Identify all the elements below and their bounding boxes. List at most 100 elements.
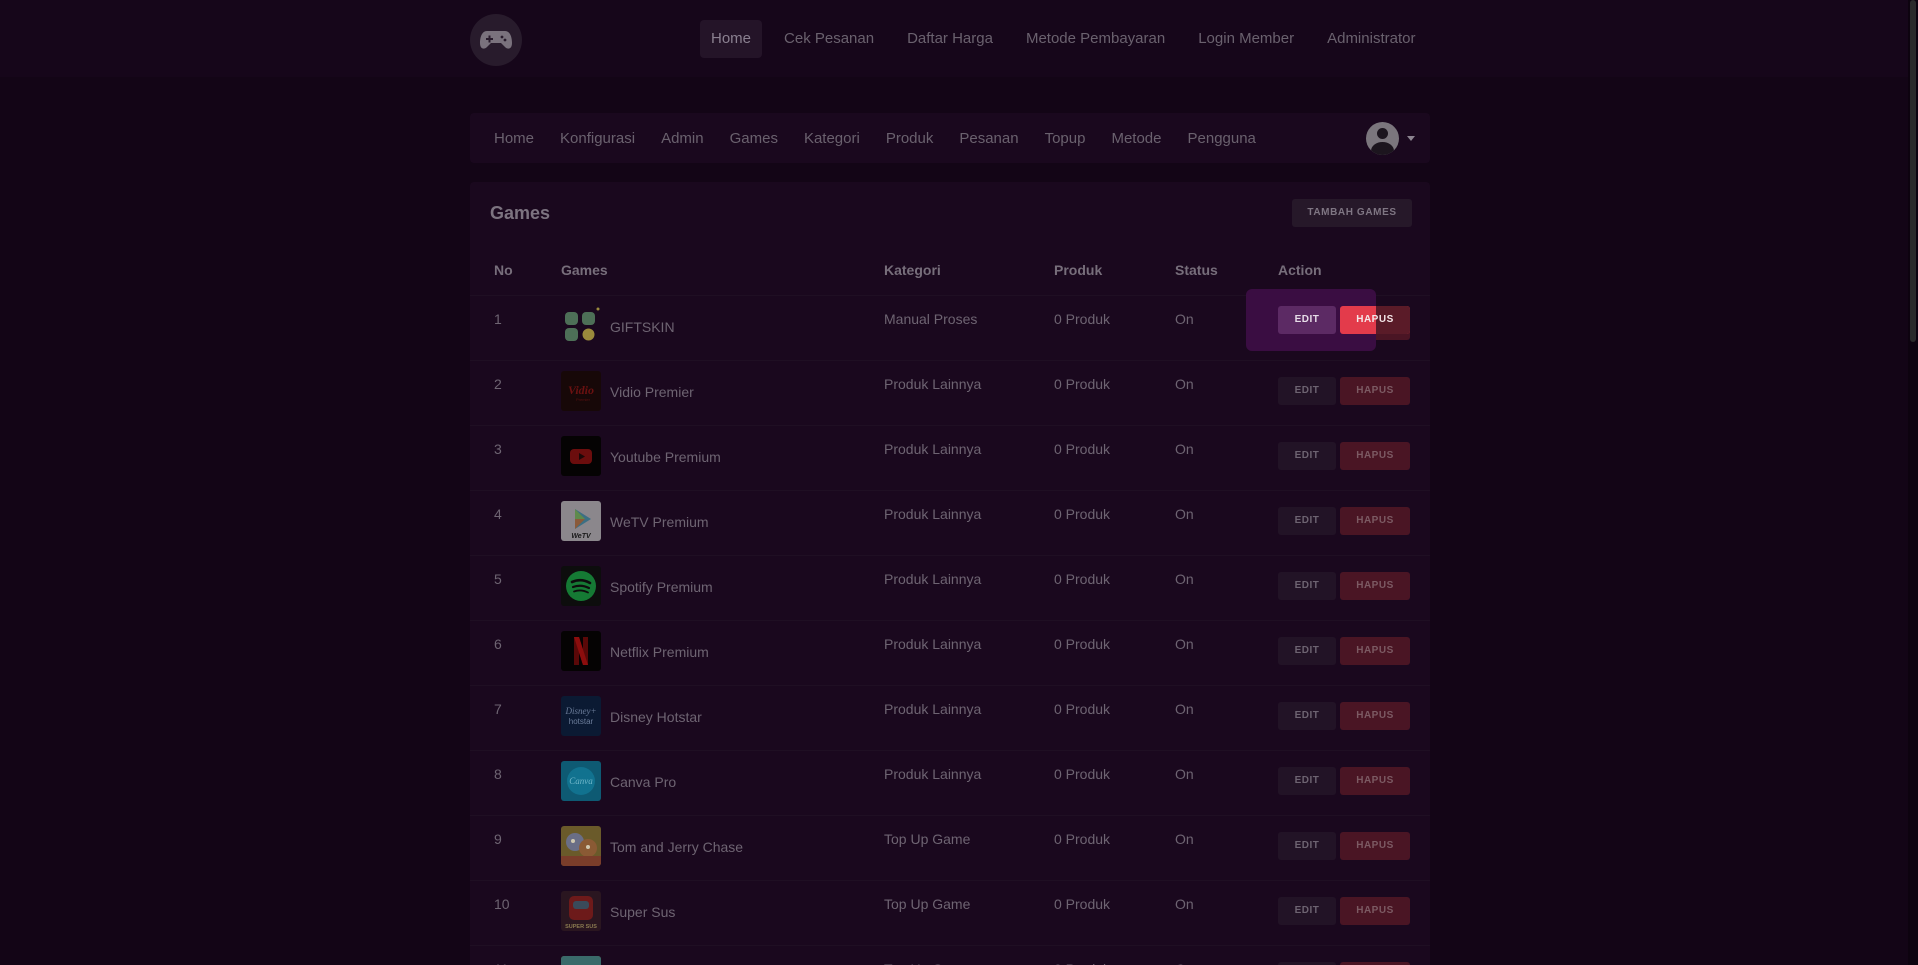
game-name: Super Sus [610, 904, 676, 920]
table-row: 2 Vidio Premier Vidio Premier Produk Lainnya… [470, 360, 1430, 425]
game-name: Vidio Premier [610, 384, 694, 400]
header-games: Games [561, 262, 608, 278]
row-number: 8 [494, 766, 502, 782]
category: Produk Lainnya [884, 376, 982, 392]
row-number: 7 [494, 701, 502, 717]
header-produk: Produk [1054, 262, 1103, 278]
scrollbar-thumb[interactable] [1910, 0, 1916, 342]
product-count: 0 Produk [1054, 311, 1111, 327]
nav-home[interactable]: Home [700, 20, 763, 58]
row-number: 2 [494, 376, 502, 392]
edit-button[interactable]: EDIT [1278, 832, 1336, 860]
caret-down-icon[interactable] [1407, 136, 1415, 141]
spotify-icon [561, 566, 601, 606]
admin-nav-pengguna[interactable]: Pengguna [1175, 130, 1269, 147]
table-row: 10 SUPER SUS Super Sus Top Up Game 0 Produk O… [470, 880, 1430, 945]
delete-button[interactable]: HAPUS [1340, 897, 1410, 925]
avatar[interactable] [1366, 122, 1399, 155]
super-sus-icon: SUPER SUS [561, 891, 601, 931]
product-count: 0 Produk [1054, 766, 1111, 782]
giftskin-icon [561, 306, 601, 346]
gamepad-icon[interactable] [470, 14, 522, 66]
table-row: 11Top Up Game0 ProdukOnEDITHAPUS [470, 945, 1430, 965]
table-row: 5 Spotify Premium Produk Lainnya 0 Produk On… [470, 555, 1430, 620]
row-number: 10 [494, 896, 510, 912]
canva-icon: Canva [561, 761, 601, 801]
edit-button[interactable]: EDIT [1278, 377, 1336, 405]
edit-button[interactable]: EDIT [1278, 702, 1336, 730]
row-number: 3 [494, 441, 502, 457]
row-number: 5 [494, 571, 502, 587]
delete-button[interactable]: HAPUS [1340, 832, 1410, 860]
status: On [1175, 766, 1194, 782]
delete-button-active[interactable]: HAPUS [1340, 306, 1410, 334]
admin-nav-kategori[interactable]: Kategori [791, 130, 873, 147]
product-count: 0 Produk [1054, 831, 1111, 847]
category: Produk Lainnya [884, 441, 982, 457]
category: Top Up Game [884, 896, 971, 912]
admin-nav-topup[interactable]: Topup [1032, 130, 1099, 147]
product-count: 0 Produk [1054, 376, 1111, 392]
admin-nav-admin[interactable]: Admin [648, 130, 717, 147]
delete-button[interactable]: HAPUS [1340, 507, 1410, 535]
game-name: Tom and Jerry Chase [610, 839, 744, 855]
admin-nav-produk[interactable]: Produk [873, 130, 947, 147]
svg-text:Premier: Premier [576, 397, 591, 402]
product-count: 0 Produk [1054, 701, 1111, 717]
status: On [1175, 571, 1194, 587]
nav-login-member[interactable]: Login Member [1187, 20, 1305, 58]
delete-button[interactable]: HAPUS [1340, 442, 1410, 470]
add-game-button[interactable]: TAMBAH GAMES [1292, 199, 1412, 227]
edit-button[interactable]: EDIT [1278, 442, 1336, 470]
admin-nav-games[interactable]: Games [717, 130, 791, 147]
row-number: 1 [494, 311, 502, 327]
nav-metode-pembayaran[interactable]: Metode Pembayaran [1015, 20, 1176, 58]
table-row: 3 Youtube Premium Produk Lainnya 0 Produk On… [470, 425, 1430, 490]
svg-text:WeTV: WeTV [571, 533, 592, 540]
nav-daftar-harga[interactable]: Daftar Harga [896, 20, 1004, 58]
product-count: 0 Produk [1054, 506, 1111, 522]
edit-button[interactable]: EDIT [1278, 897, 1336, 925]
row-number: 9 [494, 831, 502, 847]
product-count: 0 Produk [1054, 441, 1111, 457]
disney-hotstar-icon: Disney+ hotstar [561, 696, 601, 736]
category: Produk Lainnya [884, 636, 982, 652]
status: On [1175, 441, 1194, 457]
admin-nav-metode[interactable]: Metode [1098, 130, 1174, 147]
delete-button[interactable]: HAPUS [1340, 572, 1410, 600]
game-name: Youtube Premium [610, 449, 721, 465]
row-number: 11 [494, 961, 509, 965]
netflix-icon [561, 631, 601, 671]
top-navbar: Home Cek Pesanan Daftar Harga Metode Pem… [0, 0, 1908, 77]
table-row: 8 Canva Canva Pro Produk Lainnya 0 Produk On E… [470, 750, 1430, 815]
user-menu[interactable] [1366, 122, 1415, 155]
status: On [1175, 831, 1194, 847]
category: Produk Lainnya [884, 506, 982, 522]
delete-button[interactable]: HAPUS [1340, 767, 1410, 795]
edit-button[interactable]: EDIT [1278, 507, 1336, 535]
delete-button[interactable]: HAPUS [1340, 702, 1410, 730]
admin-nav-home[interactable]: Home [481, 130, 547, 147]
delete-button[interactable]: HAPUS [1340, 637, 1410, 665]
table-header: No Games Kategori Produk Status Action [470, 262, 1430, 292]
nav-cek-pesanan[interactable]: Cek Pesanan [773, 20, 885, 58]
delete-button[interactable]: HAPUS [1340, 377, 1410, 405]
edit-button-active[interactable]: EDIT [1278, 306, 1336, 334]
edit-button[interactable]: EDIT [1278, 637, 1336, 665]
edit-button[interactable]: EDIT [1278, 572, 1336, 600]
category: Manual Proses [884, 311, 978, 327]
nav-administrator[interactable]: Administrator [1316, 20, 1426, 58]
game-name: Netflix Premium [610, 644, 709, 660]
game-icon [561, 956, 601, 965]
table-row: 6 Netflix Premium Produk Lainnya 0 Produk On… [470, 620, 1430, 685]
edit-button[interactable]: EDIT [1278, 767, 1336, 795]
table-row: 4 WeTV WeTV Premium Produk Lainnya 0 Produk O… [470, 490, 1430, 555]
header-status: Status [1175, 262, 1218, 278]
admin-nav-konfigurasi[interactable]: Konfigurasi [547, 130, 648, 147]
svg-text:Vidio: Vidio [568, 383, 594, 397]
page-title: Games [490, 203, 551, 223]
admin-nav-pesanan[interactable]: Pesanan [946, 130, 1031, 147]
product-count: 0 Produk [1054, 636, 1111, 652]
vidio-icon: Vidio Premier [561, 371, 601, 411]
delete-label: HAPUS [1356, 314, 1394, 325]
